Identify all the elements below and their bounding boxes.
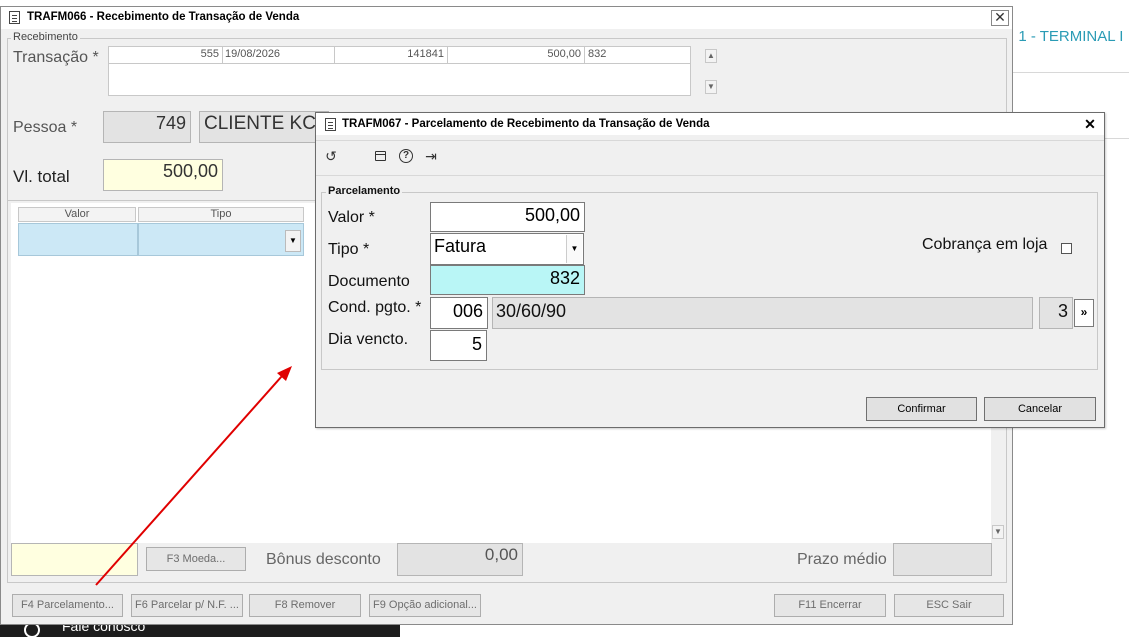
annotation-arrow — [95, 366, 292, 586]
